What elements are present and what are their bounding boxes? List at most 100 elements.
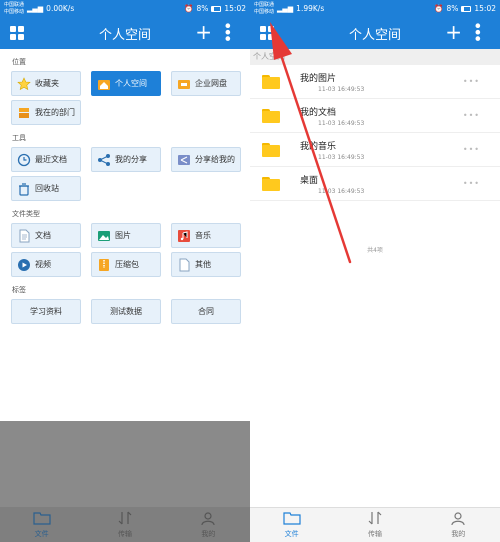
menu-tile-label: 分享给我的	[195, 155, 235, 164]
network-speed: 0.00K/s	[46, 4, 75, 13]
menu-tile-label: 企业网盘	[195, 79, 227, 88]
more-options-icon[interactable]: •••	[463, 77, 480, 86]
folder-icon	[262, 74, 280, 89]
dim-overlay	[0, 421, 250, 507]
menu-tile[interactable]: 压缩包	[91, 252, 161, 277]
video-icon	[17, 258, 31, 272]
menu-row: 我在的部门	[0, 100, 250, 125]
bottom-navigation: 文件 传输 我的	[0, 507, 250, 542]
menu-tile-label: 文档	[35, 231, 51, 240]
menu-row: 学习资料 测试数据 合同	[0, 299, 250, 324]
menu-tile[interactable]: 分享给我的	[171, 147, 241, 172]
section-label: 位置	[12, 58, 26, 66]
menu-tile[interactable]: 学习资料	[11, 299, 81, 324]
menu-tile[interactable]: 我的分享	[91, 147, 161, 172]
left-screen: 中国联通 中国移动 ▂▄▆ 0.00K/s ⏰ 8% 15:02 个人空间 + …	[0, 0, 250, 542]
menu-tile-label: 最近文档	[35, 155, 67, 164]
menu-tile-label: 测试数据	[110, 307, 142, 316]
menu-tile[interactable]: 企业网盘	[171, 71, 241, 96]
menu-tile[interactable]: 我在的部门	[11, 100, 81, 125]
file-name: 我的图片	[300, 73, 337, 84]
more-options-icon[interactable]: •••	[463, 111, 480, 120]
image-icon	[97, 229, 111, 243]
add-button[interactable]: +	[195, 21, 212, 43]
menu-tile[interactable]: 最近文档	[11, 147, 81, 172]
menu-tile[interactable]: 文档	[11, 223, 81, 248]
nav-item-label: 我的	[451, 530, 466, 538]
breadcrumb[interactable]: 个人空间	[250, 49, 500, 65]
nav-item[interactable]: 文件	[0, 507, 83, 542]
menu-row: 收藏夹 个人空间 企业网盘	[0, 71, 250, 96]
cloud-drive-icon	[177, 77, 191, 91]
nav-item[interactable]: 我的	[417, 508, 500, 542]
folder-icon	[283, 511, 301, 527]
menu-tile-label: 压缩包	[115, 260, 139, 269]
menu-tile[interactable]: 收藏夹	[11, 71, 81, 96]
nav-item[interactable]: 我的	[167, 507, 250, 542]
menu-tile[interactable]: 视频	[11, 252, 81, 277]
nav-item-label: 文件	[284, 530, 299, 538]
menu-tile-label: 我的分享	[115, 155, 147, 164]
network-speed: 1.99K/s	[296, 4, 325, 13]
section-label: 工具	[12, 134, 26, 142]
transfer-icon	[366, 511, 384, 527]
menu-row: 视频 压缩包 其他	[0, 252, 250, 277]
alarm-icon: ⏰	[434, 4, 444, 13]
right-screen: 中国联通 中国移动 ▂▄▆ 1.99K/s ⏰ 8% 15:02 个人空间 + …	[250, 0, 500, 542]
status-bar: 中国联通 中国移动 ▂▄▆ 0.00K/s ⏰ 8% 15:02	[0, 0, 250, 17]
share-icon	[97, 153, 111, 167]
signal-icon: ▂▄▆	[277, 4, 294, 13]
file-row[interactable]: 我的音乐 11-03 16:49:53 •••	[250, 133, 500, 167]
carrier-1: 中国联通	[4, 1, 25, 8]
nav-item[interactable]: 文件	[250, 508, 333, 542]
clock-icon	[17, 153, 31, 167]
nav-item[interactable]: 传输	[83, 507, 166, 542]
file-row[interactable]: 我的文档 11-03 16:49:53 •••	[250, 99, 500, 133]
clock-time: 15:02	[474, 4, 496, 13]
file-date: 11-03 16:49:53	[318, 85, 365, 93]
more-options-icon[interactable]: •••	[463, 145, 480, 154]
folder-icon	[262, 176, 280, 191]
star-icon	[17, 76, 31, 91]
menu-tile-label: 音乐	[195, 231, 211, 240]
menu-tile-label: 合同	[198, 307, 214, 316]
menu-tile[interactable]: 合同	[171, 299, 241, 324]
bottom-navigation: 文件 传输 我的	[250, 507, 500, 542]
menu-tile-label: 回收站	[35, 184, 59, 193]
menu-tile[interactable]: 回收站	[11, 176, 81, 201]
nav-item-label: 传输	[367, 530, 382, 538]
file-row[interactable]: 桌面 11-03 16:49:53 •••	[250, 167, 500, 201]
nav-item[interactable]: 传输	[333, 508, 416, 542]
folder-icon	[33, 511, 51, 527]
clock-time: 15:02	[224, 4, 246, 13]
carrier-1: 中国联通	[254, 1, 275, 8]
menu-tile[interactable]: 测试数据	[91, 299, 161, 324]
department-icon	[17, 106, 31, 120]
menu-tile-label: 其他	[195, 260, 211, 269]
add-button[interactable]: +	[445, 21, 462, 43]
battery-icon	[211, 5, 222, 12]
menu-tile-label: 我在的部门	[35, 108, 75, 117]
more-menu-icon[interactable]: •••	[466, 21, 488, 40]
nav-item-label: 我的	[201, 529, 216, 538]
more-options-icon[interactable]: •••	[463, 179, 480, 188]
transfer-icon	[116, 511, 134, 527]
carrier-2: 中国移动	[254, 8, 275, 15]
app-header: 个人空间 + •••	[250, 17, 500, 49]
menu-tile[interactable]: 其他	[171, 252, 241, 277]
file-row[interactable]: 我的图片 11-03 16:49:53 •••	[250, 65, 500, 99]
page-title: 个人空间	[348, 27, 401, 43]
menu-tile-label: 学习资料	[30, 307, 62, 316]
more-menu-icon[interactable]: •••	[216, 21, 238, 40]
file-name: 我的文档	[300, 107, 337, 118]
status-bar: 中国联通 中国移动 ▂▄▆ 1.99K/s ⏰ 8% 15:02	[250, 0, 500, 17]
menu-tile[interactable]: 图片	[91, 223, 161, 248]
user-icon	[449, 511, 467, 527]
other-file-icon	[177, 258, 191, 272]
menu-tile[interactable]: 音乐	[171, 223, 241, 248]
file-name: 我的音乐	[300, 141, 337, 152]
menu-tile[interactable]: 个人空间	[91, 71, 161, 96]
menu-row: 文档 图片 音乐	[0, 223, 250, 248]
navigation-menu: 位置 收藏夹 个人空间 企业网盘 我在的部门 工具 最近文档 我的分享 分享给我的 回收站 文件类型…	[0, 57, 250, 324]
carrier-2: 中国移动	[4, 8, 25, 15]
